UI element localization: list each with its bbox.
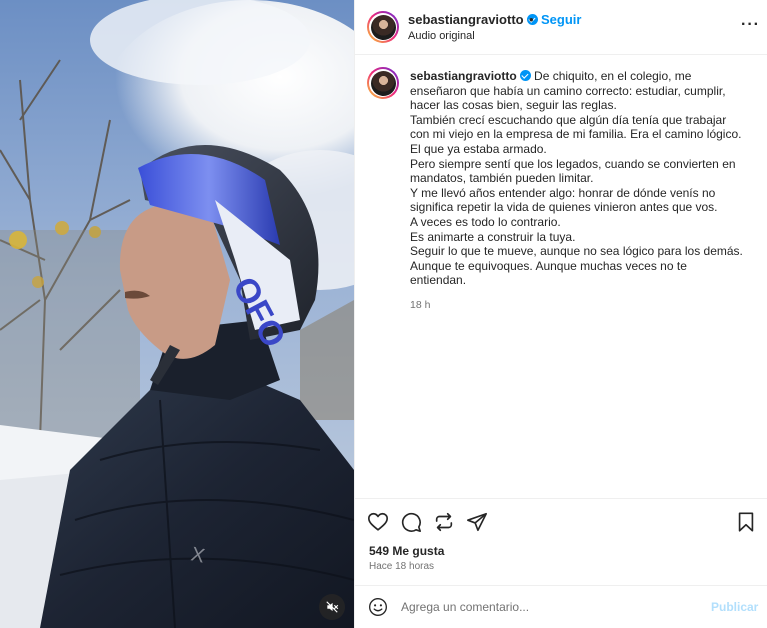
caption-line: con mi viejo en la empresa de mi familia… xyxy=(410,127,742,142)
caption-line: Es animarte a construir la tuya. xyxy=(410,229,576,244)
caption-author[interactable]: sebastiangraviotto xyxy=(410,69,517,83)
muted-speaker-icon xyxy=(326,601,339,613)
caption-line: significa repetir la vida de quienes vin… xyxy=(410,200,718,215)
repost-icon[interactable] xyxy=(433,511,455,533)
post-details-panel: sebastiangraviotto • Seguir Audio origin… xyxy=(354,0,767,628)
caption-line: hacer las cosas bien, seguir las reglas. xyxy=(410,98,617,113)
publish-button[interactable]: Publicar xyxy=(711,600,758,614)
audio-label[interactable]: Audio original xyxy=(408,30,475,42)
post-caption: sebastiangraviotto De chiquito, en el co… xyxy=(410,69,755,288)
caption-line-1: sebastiangraviotto De chiquito, en el co… xyxy=(410,69,755,84)
caption-line: Seguir lo que te mueve, aunque no sea ló… xyxy=(410,244,743,259)
bookmark-icon[interactable] xyxy=(735,511,757,533)
post-header: sebastiangraviotto • Seguir Audio origin… xyxy=(355,0,767,55)
caption-line: entiendan. xyxy=(410,273,467,288)
caption-line: También crecí escuchando que algún día t… xyxy=(410,112,727,127)
author-username[interactable]: sebastiangraviotto xyxy=(408,12,538,27)
caption-line: mandatos, también pueden limitar. xyxy=(410,171,594,186)
caption-line: A veces es todo lo contrario. xyxy=(410,214,561,229)
heart-icon[interactable] xyxy=(367,511,389,533)
caption-line: Pero siempre sentí que los legados, cuan… xyxy=(410,156,736,171)
follow-button[interactable]: Seguir xyxy=(541,12,581,27)
likes-count[interactable]: 549 Me gusta xyxy=(369,544,444,558)
caption-author-avatar[interactable] xyxy=(367,67,399,99)
caption-line: enseñaron que había un camino correcto: … xyxy=(410,83,726,98)
caption-line: El que ya estaba armado. xyxy=(410,141,547,156)
action-bar xyxy=(355,498,767,538)
post-video-frame: X OFO xyxy=(0,0,354,628)
comment-input[interactable] xyxy=(401,598,691,616)
post-media[interactable]: X OFO xyxy=(0,0,354,628)
post-date[interactable]: Hace 18 horas xyxy=(369,561,434,572)
author-username-text[interactable]: sebastiangraviotto xyxy=(408,12,524,27)
caption-text: De chiquito, en el colegio, me xyxy=(534,69,692,83)
author-avatar[interactable] xyxy=(367,11,399,43)
comment-bar: Publicar xyxy=(355,585,767,628)
verified-badge-icon xyxy=(519,70,531,81)
emoji-icon[interactable] xyxy=(368,597,388,617)
more-options-icon[interactable]: ··· xyxy=(741,16,760,34)
caption-line: Aunque te equivoques. Aunque muchas vece… xyxy=(410,258,687,273)
header-separator: • xyxy=(529,12,534,27)
caption-timestamp[interactable]: 18 h xyxy=(410,299,430,311)
caption-line: Y me llevó años entender algo: honrar de… xyxy=(410,185,716,200)
comment-icon[interactable] xyxy=(400,511,422,533)
mute-toggle-button[interactable] xyxy=(319,594,345,620)
send-icon[interactable] xyxy=(466,511,488,533)
